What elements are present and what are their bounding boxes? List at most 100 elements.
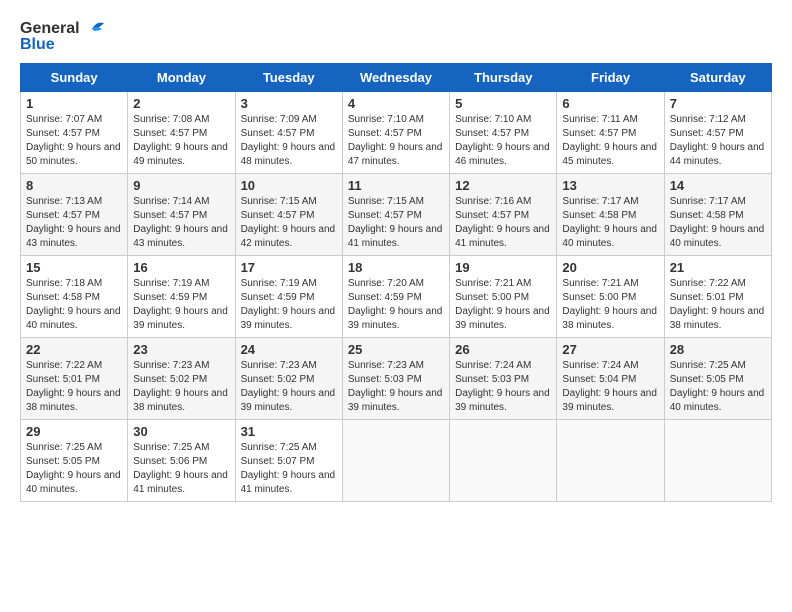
day-info: Sunrise: 7:21 AM Sunset: 5:00 PM Dayligh…: [455, 277, 551, 333]
day-number: 29: [26, 424, 122, 439]
calendar-cell: 11 Sunrise: 7:15 AM Sunset: 4:57 PM Dayl…: [342, 174, 449, 256]
calendar-cell: 12 Sunrise: 7:16 AM Sunset: 4:57 PM Dayl…: [450, 174, 557, 256]
day-info: Sunrise: 7:21 AM Sunset: 5:00 PM Dayligh…: [562, 277, 658, 333]
day-info: Sunrise: 7:16 AM Sunset: 4:57 PM Dayligh…: [455, 195, 551, 251]
calendar-cell: 16 Sunrise: 7:19 AM Sunset: 4:59 PM Dayl…: [128, 256, 235, 338]
day-number: 1: [26, 96, 122, 111]
day-info: Sunrise: 7:15 AM Sunset: 4:57 PM Dayligh…: [348, 195, 444, 251]
calendar-cell: 13 Sunrise: 7:17 AM Sunset: 4:58 PM Dayl…: [557, 174, 664, 256]
day-info: Sunrise: 7:25 AM Sunset: 5:05 PM Dayligh…: [26, 441, 122, 497]
day-number: 25: [348, 342, 444, 357]
calendar-cell: 30 Sunrise: 7:25 AM Sunset: 5:06 PM Dayl…: [128, 420, 235, 502]
calendar-day-header: Friday: [557, 64, 664, 92]
calendar-week-row: 22 Sunrise: 7:22 AM Sunset: 5:01 PM Dayl…: [21, 338, 772, 420]
day-info: Sunrise: 7:25 AM Sunset: 5:07 PM Dayligh…: [241, 441, 337, 497]
day-number: 8: [26, 178, 122, 193]
calendar-cell: 19 Sunrise: 7:21 AM Sunset: 5:00 PM Dayl…: [450, 256, 557, 338]
calendar-cell: 25 Sunrise: 7:23 AM Sunset: 5:03 PM Dayl…: [342, 338, 449, 420]
day-info: Sunrise: 7:23 AM Sunset: 5:02 PM Dayligh…: [133, 359, 229, 415]
day-number: 6: [562, 96, 658, 111]
calendar-cell: 10 Sunrise: 7:15 AM Sunset: 4:57 PM Dayl…: [235, 174, 342, 256]
day-info: Sunrise: 7:19 AM Sunset: 4:59 PM Dayligh…: [133, 277, 229, 333]
day-info: Sunrise: 7:25 AM Sunset: 5:06 PM Dayligh…: [133, 441, 229, 497]
day-number: 28: [670, 342, 766, 357]
calendar-week-row: 29 Sunrise: 7:25 AM Sunset: 5:05 PM Dayl…: [21, 420, 772, 502]
day-info: Sunrise: 7:17 AM Sunset: 4:58 PM Dayligh…: [562, 195, 658, 251]
day-number: 12: [455, 178, 551, 193]
calendar-cell: 20 Sunrise: 7:21 AM Sunset: 5:00 PM Dayl…: [557, 256, 664, 338]
calendar-day-header: Thursday: [450, 64, 557, 92]
day-number: 13: [562, 178, 658, 193]
day-info: Sunrise: 7:18 AM Sunset: 4:58 PM Dayligh…: [26, 277, 122, 333]
day-info: Sunrise: 7:24 AM Sunset: 5:03 PM Dayligh…: [455, 359, 551, 415]
calendar-table: SundayMondayTuesdayWednesdayThursdayFrid…: [20, 63, 772, 502]
day-number: 14: [670, 178, 766, 193]
day-number: 17: [241, 260, 337, 275]
day-info: Sunrise: 7:22 AM Sunset: 5:01 PM Dayligh…: [670, 277, 766, 333]
day-number: 5: [455, 96, 551, 111]
day-number: 27: [562, 342, 658, 357]
day-number: 11: [348, 178, 444, 193]
page-header: General Blue: [20, 20, 772, 53]
calendar-cell: 23 Sunrise: 7:23 AM Sunset: 5:02 PM Dayl…: [128, 338, 235, 420]
day-info: Sunrise: 7:11 AM Sunset: 4:57 PM Dayligh…: [562, 113, 658, 169]
day-info: Sunrise: 7:10 AM Sunset: 4:57 PM Dayligh…: [455, 113, 551, 169]
logo-container: General Blue: [20, 20, 104, 53]
calendar-cell: 15 Sunrise: 7:18 AM Sunset: 4:58 PM Dayl…: [21, 256, 128, 338]
day-info: Sunrise: 7:23 AM Sunset: 5:02 PM Dayligh…: [241, 359, 337, 415]
day-number: 9: [133, 178, 229, 193]
day-info: Sunrise: 7:07 AM Sunset: 4:57 PM Dayligh…: [26, 113, 122, 169]
day-number: 30: [133, 424, 229, 439]
calendar-cell: 6 Sunrise: 7:11 AM Sunset: 4:57 PM Dayli…: [557, 92, 664, 174]
calendar-cell: 8 Sunrise: 7:13 AM Sunset: 4:57 PM Dayli…: [21, 174, 128, 256]
calendar-cell: 27 Sunrise: 7:24 AM Sunset: 5:04 PM Dayl…: [557, 338, 664, 420]
calendar-cell: 18 Sunrise: 7:20 AM Sunset: 4:59 PM Dayl…: [342, 256, 449, 338]
day-number: 20: [562, 260, 658, 275]
calendar-cell: 26 Sunrise: 7:24 AM Sunset: 5:03 PM Dayl…: [450, 338, 557, 420]
day-number: 3: [241, 96, 337, 111]
calendar-day-header: Wednesday: [342, 64, 449, 92]
day-info: Sunrise: 7:22 AM Sunset: 5:01 PM Dayligh…: [26, 359, 122, 415]
calendar-cell: [450, 420, 557, 502]
day-number: 16: [133, 260, 229, 275]
day-number: 4: [348, 96, 444, 111]
calendar-week-row: 15 Sunrise: 7:18 AM Sunset: 4:58 PM Dayl…: [21, 256, 772, 338]
calendar-cell: 1 Sunrise: 7:07 AM Sunset: 4:57 PM Dayli…: [21, 92, 128, 174]
day-info: Sunrise: 7:10 AM Sunset: 4:57 PM Dayligh…: [348, 113, 444, 169]
logo-bird-icon: [82, 21, 104, 37]
calendar-header-row: SundayMondayTuesdayWednesdayThursdayFrid…: [21, 64, 772, 92]
calendar-cell: 24 Sunrise: 7:23 AM Sunset: 5:02 PM Dayl…: [235, 338, 342, 420]
calendar-cell: 17 Sunrise: 7:19 AM Sunset: 4:59 PM Dayl…: [235, 256, 342, 338]
day-number: 15: [26, 260, 122, 275]
calendar-cell: 14 Sunrise: 7:17 AM Sunset: 4:58 PM Dayl…: [664, 174, 771, 256]
day-info: Sunrise: 7:17 AM Sunset: 4:58 PM Dayligh…: [670, 195, 766, 251]
calendar-cell: 21 Sunrise: 7:22 AM Sunset: 5:01 PM Dayl…: [664, 256, 771, 338]
day-number: 31: [241, 424, 337, 439]
calendar-cell: 22 Sunrise: 7:22 AM Sunset: 5:01 PM Dayl…: [21, 338, 128, 420]
day-info: Sunrise: 7:09 AM Sunset: 4:57 PM Dayligh…: [241, 113, 337, 169]
day-info: Sunrise: 7:12 AM Sunset: 4:57 PM Dayligh…: [670, 113, 766, 169]
logo-blue: Blue: [20, 36, 104, 54]
calendar-cell: 9 Sunrise: 7:14 AM Sunset: 4:57 PM Dayli…: [128, 174, 235, 256]
day-number: 22: [26, 342, 122, 357]
day-info: Sunrise: 7:20 AM Sunset: 4:59 PM Dayligh…: [348, 277, 444, 333]
day-info: Sunrise: 7:24 AM Sunset: 5:04 PM Dayligh…: [562, 359, 658, 415]
calendar-cell: 7 Sunrise: 7:12 AM Sunset: 4:57 PM Dayli…: [664, 92, 771, 174]
day-info: Sunrise: 7:23 AM Sunset: 5:03 PM Dayligh…: [348, 359, 444, 415]
calendar-week-row: 8 Sunrise: 7:13 AM Sunset: 4:57 PM Dayli…: [21, 174, 772, 256]
day-number: 23: [133, 342, 229, 357]
day-number: 7: [670, 96, 766, 111]
calendar-day-header: Monday: [128, 64, 235, 92]
calendar-cell: 2 Sunrise: 7:08 AM Sunset: 4:57 PM Dayli…: [128, 92, 235, 174]
day-number: 19: [455, 260, 551, 275]
day-info: Sunrise: 7:15 AM Sunset: 4:57 PM Dayligh…: [241, 195, 337, 251]
calendar-day-header: Tuesday: [235, 64, 342, 92]
calendar-cell: 28 Sunrise: 7:25 AM Sunset: 5:05 PM Dayl…: [664, 338, 771, 420]
day-number: 24: [241, 342, 337, 357]
day-info: Sunrise: 7:19 AM Sunset: 4:59 PM Dayligh…: [241, 277, 337, 333]
calendar-cell: [342, 420, 449, 502]
day-info: Sunrise: 7:25 AM Sunset: 5:05 PM Dayligh…: [670, 359, 766, 415]
calendar-cell: [664, 420, 771, 502]
calendar-cell: 4 Sunrise: 7:10 AM Sunset: 4:57 PM Dayli…: [342, 92, 449, 174]
calendar-day-header: Saturday: [664, 64, 771, 92]
